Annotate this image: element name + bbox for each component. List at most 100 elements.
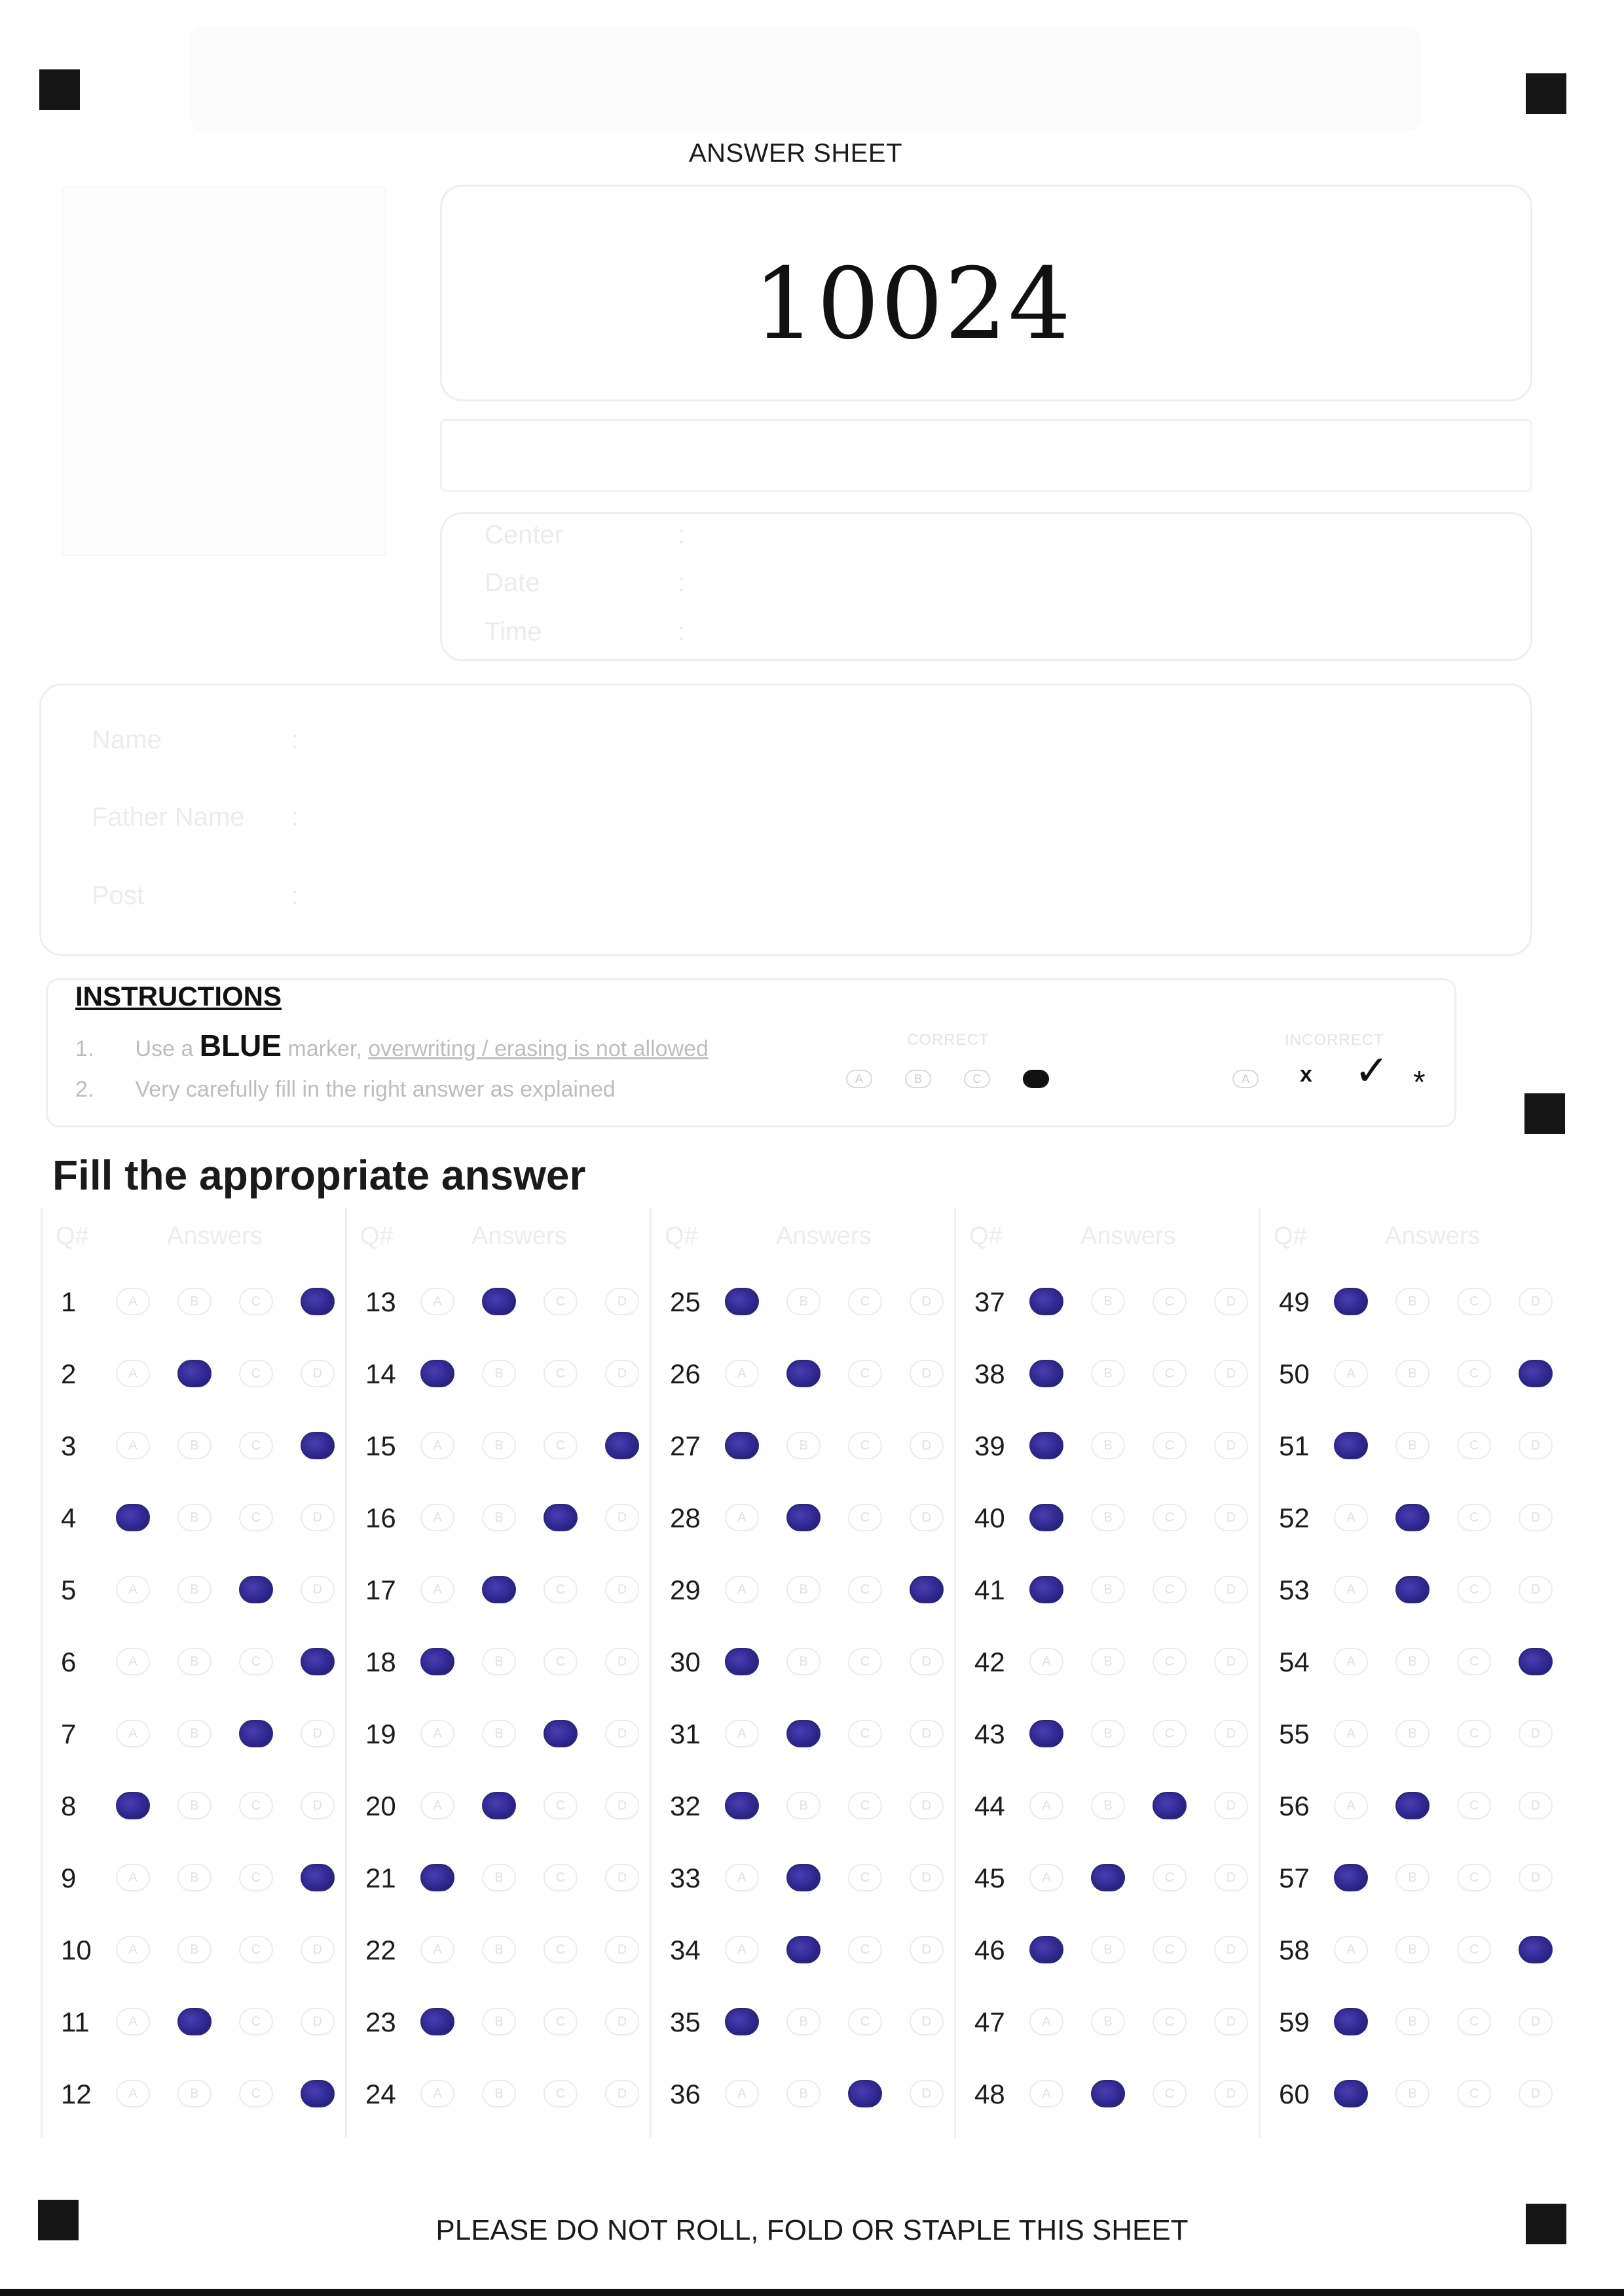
answer-bubble-b[interactable]: B bbox=[1395, 1288, 1430, 1315]
answer-bubble-c[interactable]: C bbox=[239, 1864, 273, 1891]
answer-bubble-d[interactable]: D bbox=[1519, 1432, 1553, 1459]
answer-bubble-c[interactable]: C bbox=[1457, 1648, 1491, 1675]
answer-bubble-b[interactable]: B bbox=[177, 2008, 212, 2035]
answer-bubble-d[interactable]: D bbox=[1519, 1576, 1553, 1603]
answer-bubble-b[interactable]: B bbox=[482, 1936, 516, 1963]
answer-bubble-c[interactable]: C bbox=[1457, 1720, 1491, 1747]
answer-bubble-b[interactable]: B bbox=[482, 1360, 516, 1387]
answer-bubble-c[interactable]: C bbox=[239, 1648, 273, 1675]
answer-bubble-b[interactable]: B bbox=[1091, 1432, 1125, 1459]
answer-bubble-a[interactable]: A bbox=[725, 1936, 759, 1963]
answer-bubble-d[interactable]: D bbox=[1214, 1936, 1248, 1963]
answer-bubble-a[interactable]: A bbox=[420, 1432, 454, 1459]
answer-bubble-c[interactable]: C bbox=[239, 2080, 273, 2107]
answer-bubble-d[interactable]: D bbox=[1214, 2080, 1248, 2107]
answer-bubble-d[interactable]: D bbox=[301, 1576, 335, 1603]
answer-bubble-d[interactable]: D bbox=[1214, 1288, 1248, 1315]
answer-bubble-d[interactable]: D bbox=[605, 2080, 639, 2107]
answer-bubble-a[interactable]: A bbox=[420, 1792, 454, 1819]
answer-bubble-c[interactable]: C bbox=[1457, 2008, 1491, 2035]
answer-bubble-a[interactable]: A bbox=[420, 1936, 454, 1963]
answer-bubble-a[interactable]: A bbox=[420, 2080, 454, 2107]
answer-bubble-c[interactable]: C bbox=[239, 1792, 273, 1819]
answer-bubble-c[interactable]: C bbox=[848, 1720, 882, 1747]
answer-bubble-b[interactable]: B bbox=[786, 1792, 821, 1819]
answer-bubble-b[interactable]: B bbox=[177, 1432, 212, 1459]
answer-bubble-a[interactable]: A bbox=[725, 1720, 759, 1747]
answer-bubble-a[interactable]: A bbox=[116, 1504, 150, 1531]
answer-bubble-c[interactable]: C bbox=[1457, 1576, 1491, 1603]
answer-bubble-d[interactable]: D bbox=[301, 1432, 335, 1459]
answer-bubble-a[interactable]: A bbox=[420, 1360, 454, 1387]
answer-bubble-c[interactable]: C bbox=[544, 1792, 578, 1819]
answer-bubble-b[interactable]: B bbox=[1091, 1504, 1125, 1531]
answer-bubble-a[interactable]: A bbox=[1334, 1792, 1368, 1819]
answer-bubble-b[interactable]: B bbox=[482, 1864, 516, 1891]
answer-bubble-d[interactable]: D bbox=[301, 1864, 335, 1891]
answer-bubble-b[interactable]: B bbox=[177, 1792, 212, 1819]
answer-bubble-a[interactable]: A bbox=[1029, 1288, 1063, 1315]
answer-bubble-a[interactable]: A bbox=[1334, 1432, 1368, 1459]
answer-bubble-a[interactable]: A bbox=[1029, 2080, 1063, 2107]
answer-bubble-d[interactable]: D bbox=[301, 2008, 335, 2035]
answer-bubble-d[interactable]: D bbox=[605, 1792, 639, 1819]
answer-bubble-b[interactable]: B bbox=[786, 2080, 821, 2107]
answer-bubble-d[interactable]: D bbox=[1519, 1720, 1553, 1747]
answer-bubble-c[interactable]: C bbox=[544, 2008, 578, 2035]
answer-bubble-d[interactable]: D bbox=[1519, 1648, 1553, 1675]
answer-bubble-b[interactable]: B bbox=[177, 2080, 212, 2107]
answer-bubble-a[interactable]: A bbox=[420, 1288, 454, 1315]
answer-bubble-c[interactable]: C bbox=[1153, 1792, 1187, 1819]
answer-bubble-b[interactable]: B bbox=[482, 2080, 516, 2107]
answer-bubble-a[interactable]: A bbox=[1029, 1936, 1063, 1963]
answer-bubble-d[interactable]: D bbox=[605, 2008, 639, 2035]
answer-bubble-c[interactable]: C bbox=[1153, 1720, 1187, 1747]
answer-bubble-b[interactable]: B bbox=[1395, 1360, 1430, 1387]
answer-bubble-b[interactable]: B bbox=[1395, 1432, 1430, 1459]
answer-bubble-c[interactable]: C bbox=[1153, 1360, 1187, 1387]
answer-bubble-a[interactable]: A bbox=[725, 1288, 759, 1315]
answer-bubble-c[interactable]: C bbox=[544, 1432, 578, 1459]
answer-bubble-c[interactable]: C bbox=[239, 1432, 273, 1459]
answer-bubble-b[interactable]: B bbox=[177, 1360, 212, 1387]
answer-bubble-d[interactable]: D bbox=[301, 1792, 335, 1819]
answer-bubble-c[interactable]: C bbox=[544, 2080, 578, 2107]
answer-bubble-d[interactable]: D bbox=[1519, 2080, 1553, 2107]
answer-bubble-a[interactable]: A bbox=[1334, 1576, 1368, 1603]
answer-bubble-a[interactable]: A bbox=[1334, 1936, 1368, 1963]
answer-bubble-d[interactable]: D bbox=[1214, 1504, 1248, 1531]
answer-bubble-b[interactable]: B bbox=[1395, 1648, 1430, 1675]
answer-bubble-d[interactable]: D bbox=[910, 1792, 944, 1819]
answer-bubble-c[interactable]: C bbox=[848, 1936, 882, 1963]
answer-bubble-d[interactable]: D bbox=[1214, 1792, 1248, 1819]
answer-bubble-c[interactable]: C bbox=[848, 1576, 882, 1603]
answer-bubble-b[interactable]: B bbox=[786, 1936, 821, 1963]
answer-bubble-a[interactable]: A bbox=[420, 2008, 454, 2035]
answer-bubble-d[interactable]: D bbox=[910, 1432, 944, 1459]
answer-bubble-b[interactable]: B bbox=[786, 1360, 821, 1387]
answer-bubble-d[interactable]: D bbox=[301, 1936, 335, 1963]
answer-bubble-a[interactable]: A bbox=[1334, 1648, 1368, 1675]
answer-bubble-a[interactable]: A bbox=[1029, 1576, 1063, 1603]
answer-bubble-b[interactable]: B bbox=[786, 1720, 821, 1747]
answer-bubble-c[interactable]: C bbox=[848, 1648, 882, 1675]
answer-bubble-c[interactable]: C bbox=[239, 1504, 273, 1531]
answer-bubble-b[interactable]: B bbox=[1395, 1864, 1430, 1891]
answer-bubble-d[interactable]: D bbox=[605, 1936, 639, 1963]
answer-bubble-c[interactable]: C bbox=[239, 1360, 273, 1387]
answer-bubble-c[interactable]: C bbox=[544, 1504, 578, 1531]
answer-bubble-c[interactable]: C bbox=[848, 1864, 882, 1891]
answer-bubble-b[interactable]: B bbox=[177, 1936, 212, 1963]
answer-bubble-b[interactable]: B bbox=[482, 1576, 516, 1603]
answer-bubble-a[interactable]: A bbox=[116, 1288, 150, 1315]
answer-bubble-b[interactable]: B bbox=[482, 1504, 516, 1531]
answer-bubble-d[interactable]: D bbox=[605, 1432, 639, 1459]
answer-bubble-d[interactable]: D bbox=[910, 1288, 944, 1315]
answer-bubble-b[interactable]: B bbox=[177, 1288, 212, 1315]
answer-bubble-d[interactable]: D bbox=[1519, 1864, 1553, 1891]
answer-bubble-b[interactable]: B bbox=[482, 1720, 516, 1747]
answer-bubble-d[interactable]: D bbox=[1214, 1720, 1248, 1747]
answer-bubble-d[interactable]: D bbox=[910, 1360, 944, 1387]
answer-bubble-c[interactable]: C bbox=[1153, 2008, 1187, 2035]
answer-bubble-d[interactable]: D bbox=[301, 1648, 335, 1675]
